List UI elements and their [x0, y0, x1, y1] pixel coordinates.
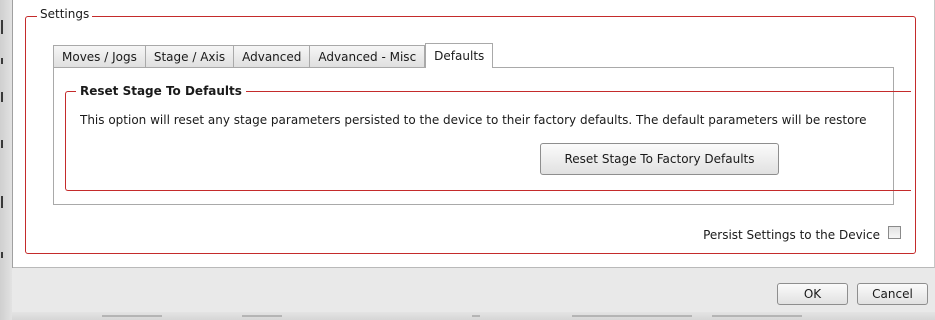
background-window-edge: [12, 312, 935, 320]
reset-factory-defaults-button[interactable]: Reset Stage To Factory Defaults: [540, 143, 779, 175]
tab-advanced[interactable]: Advanced: [233, 45, 311, 68]
reset-stage-group-title: Reset Stage To Defaults: [76, 84, 246, 98]
persist-settings-label: Persist Settings to the Device: [703, 228, 880, 242]
reset-description: This option will reset any stage paramet…: [80, 113, 867, 127]
left-window-edge: [0, 0, 12, 320]
settings-group-title: Settings: [37, 7, 93, 21]
panel-left-border: [12, 0, 13, 268]
tab-stage-axis[interactable]: Stage / Axis: [144, 45, 235, 68]
ok-button[interactable]: OK: [777, 283, 848, 305]
settings-tab-strip: Moves / Jogs Stage / Axis Advanced Advan…: [53, 43, 494, 68]
tab-defaults[interactable]: Defaults: [425, 43, 494, 68]
cancel-button[interactable]: Cancel: [857, 283, 928, 305]
tab-moves-jogs[interactable]: Moves / Jogs: [53, 45, 146, 68]
reset-stage-group: [65, 91, 911, 191]
persist-settings-checkbox[interactable]: [888, 226, 901, 239]
tab-advanced-misc[interactable]: Advanced - Misc: [309, 45, 426, 68]
